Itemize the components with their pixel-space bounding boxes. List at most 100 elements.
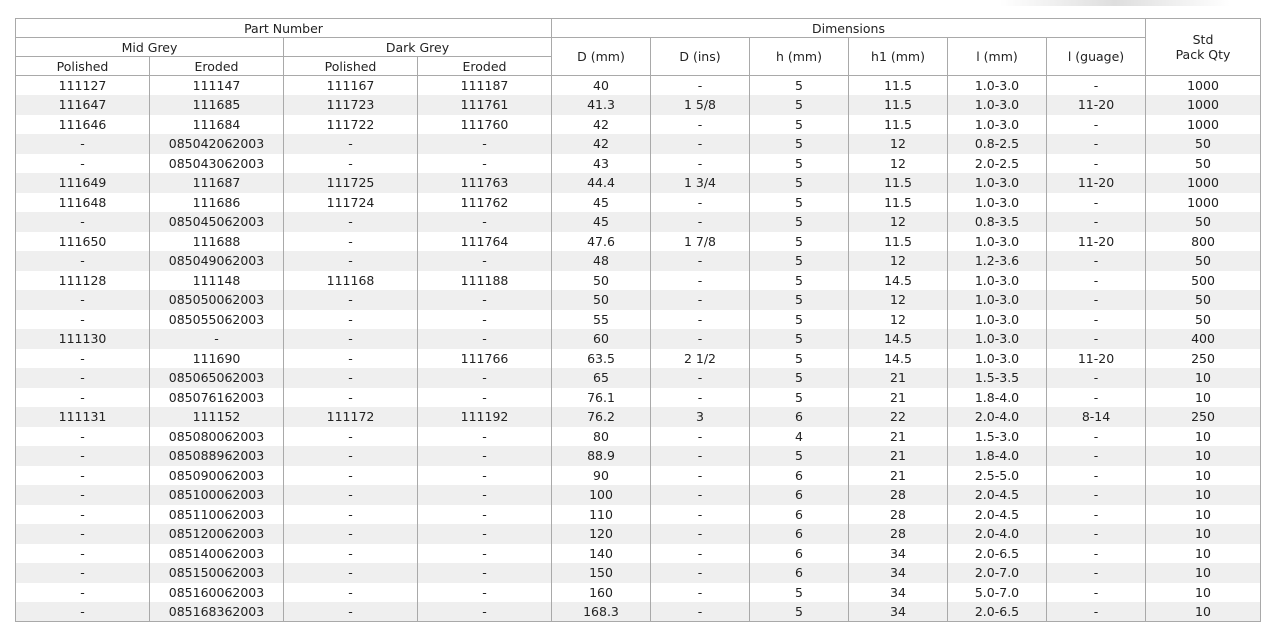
dark-grey-eroded-cell: - (417, 426, 552, 446)
h-mm-cell: 5 (749, 309, 849, 329)
mid-grey-polished-cell: 111650 (15, 231, 150, 251)
d-mm-cell: 50 (551, 290, 651, 310)
dark-grey-eroded-cell: - (417, 446, 552, 466)
d-ins-cell: - (650, 134, 750, 154)
l-guage-cell: 8-14 (1046, 407, 1146, 427)
d-ins-cell: - (650, 543, 750, 563)
mid-grey-eroded-cell: 111690 (149, 348, 284, 368)
d-ins-cell: - (650, 309, 750, 329)
d-ins-cell: - (650, 563, 750, 583)
l-guage-cell: - (1046, 368, 1146, 388)
mid-grey-polished-cell: - (15, 446, 150, 466)
mid-grey-eroded-cell: 111684 (149, 114, 284, 134)
d-ins-cell: 1 3/4 (650, 173, 750, 193)
h-mm-cell: 5 (749, 602, 849, 622)
l-guage-cell: - (1046, 426, 1146, 446)
dark-grey-eroded-cell: - (417, 329, 552, 349)
d-mm-cell: 88.9 (551, 446, 651, 466)
dimensions-header: Dimensions (551, 18, 1146, 38)
l-mm-cell: 1.0-3.0 (947, 95, 1047, 115)
d-ins-cell: 2 1/2 (650, 348, 750, 368)
table-row: -085076162003- -76.1-5 21 1.8-4.0-10 (15, 387, 1261, 407)
h-mm-cell: 5 (749, 192, 849, 212)
l-guage-cell: - (1046, 582, 1146, 602)
table-row: -085120062003- -120-6 28 2.0-4.0-10 (15, 524, 1261, 544)
std-pack-qty-cell: 50 (1145, 251, 1261, 271)
d-mm-cell: 100 (551, 485, 651, 505)
l-guage-cell: - (1046, 602, 1146, 622)
l-mm-cell: 1.0-3.0 (947, 173, 1047, 193)
h-mm-cell: 6 (749, 504, 849, 524)
d-mm-cell: 44.4 (551, 173, 651, 193)
dark-grey-eroded-cell: - (417, 465, 552, 485)
mid-grey-polished-cell: - (15, 602, 150, 622)
d-ins-cell: - (650, 290, 750, 310)
l-mm-cell: 2.0-4.0 (947, 407, 1047, 427)
dark-grey-eroded-cell: - (417, 153, 552, 173)
mid-grey-eroded-cell: 085120062003 (149, 524, 284, 544)
h-mm-cell: 5 (749, 446, 849, 466)
dark-grey-eroded-cell: - (417, 485, 552, 505)
parts-dimensions-table: Part Number Dimensions Std Pack Qty Mid … (15, 18, 1261, 622)
h-mm-cell: 5 (749, 251, 849, 271)
h1-mm-cell: 11.5 (848, 75, 948, 95)
table-row: -085090062003- -90-6 21 2.5-5.0-10 (15, 465, 1261, 485)
dark-grey-polished-cell: 111725 (283, 173, 418, 193)
l-mm-cell: 1.0-3.0 (947, 231, 1047, 251)
d-ins-cell: - (650, 212, 750, 232)
d-ins-cell: - (650, 114, 750, 134)
table-row: -085150062003- -150-6 34 2.0-7.0-10 (15, 563, 1261, 583)
std-label: Std (1192, 32, 1214, 47)
d-mm-cell: 110 (551, 504, 651, 524)
h1-mm-cell: 21 (848, 426, 948, 446)
h1-mm-cell: 11.5 (848, 173, 948, 193)
h-mm-cell: 6 (749, 563, 849, 583)
std-pack-qty-cell: 10 (1145, 387, 1261, 407)
d-mm-cell: 65 (551, 368, 651, 388)
h1-mm-cell: 11.5 (848, 231, 948, 251)
table-row: -085080062003- -80-4 21 1.5-3.0-10 (15, 426, 1261, 446)
l-mm-cell: 1.2-3.6 (947, 251, 1047, 271)
dark-grey-polished-cell: - (283, 504, 418, 524)
l-mm-cell: 1.0-3.0 (947, 114, 1047, 134)
dark-grey-polished-cell: - (283, 290, 418, 310)
l-guage-cell: - (1046, 290, 1146, 310)
l-guage-cell: - (1046, 134, 1146, 154)
mid-grey-polished-cell: 111128 (15, 270, 150, 290)
dark-grey-polished-cell: 111172 (283, 407, 418, 427)
d-ins-cell: 3 (650, 407, 750, 427)
pack-qty-label: Pack Qty (1175, 47, 1231, 62)
table-row: 111646 111684 111722 111760 42-5 11.5 1.0-3.0-… (15, 114, 1261, 134)
table-row: -085088962003- -88.9-5 21 1.8-4.0-10 (15, 446, 1261, 466)
h-mm-cell: 6 (749, 543, 849, 563)
h1-mm-cell: 12 (848, 153, 948, 173)
l-guage-cell: - (1046, 329, 1146, 349)
l-guage-cell: - (1046, 212, 1146, 232)
l-mm-cell: 2.0-7.0 (947, 563, 1047, 583)
mid-grey-polished-cell: 111648 (15, 192, 150, 212)
dark-grey-eroded-cell: 111187 (417, 75, 552, 95)
d-mm-header: D (mm) (551, 37, 651, 76)
dark-grey-eroded-cell: 111192 (417, 407, 552, 427)
h1-mm-cell: 22 (848, 407, 948, 427)
h1-mm-cell: 14.5 (848, 329, 948, 349)
l-guage-cell: 11-20 (1046, 231, 1146, 251)
mid-grey-eroded-header: Eroded (149, 56, 284, 76)
l-mm-cell: 1.0-3.0 (947, 75, 1047, 95)
h-mm-cell: 6 (749, 485, 849, 505)
dark-grey-eroded-cell: 111766 (417, 348, 552, 368)
dark-grey-polished-cell: - (283, 348, 418, 368)
mid-grey-eroded-cell: 111148 (149, 270, 284, 290)
std-pack-qty-cell: 800 (1145, 231, 1261, 251)
dark-grey-polished-cell: 111167 (283, 75, 418, 95)
mid-grey-eroded-cell: - (149, 329, 284, 349)
l-guage-cell: - (1046, 251, 1146, 271)
mid-grey-eroded-cell: 085090062003 (149, 465, 284, 485)
dark-grey-eroded-header: Eroded (417, 56, 552, 76)
dark-grey-eroded-cell: - (417, 504, 552, 524)
d-mm-cell: 76.2 (551, 407, 651, 427)
std-pack-qty-cell: 250 (1145, 348, 1261, 368)
dark-grey-polished-cell: 111723 (283, 95, 418, 115)
d-mm-cell: 150 (551, 563, 651, 583)
l-guage-cell: - (1046, 309, 1146, 329)
